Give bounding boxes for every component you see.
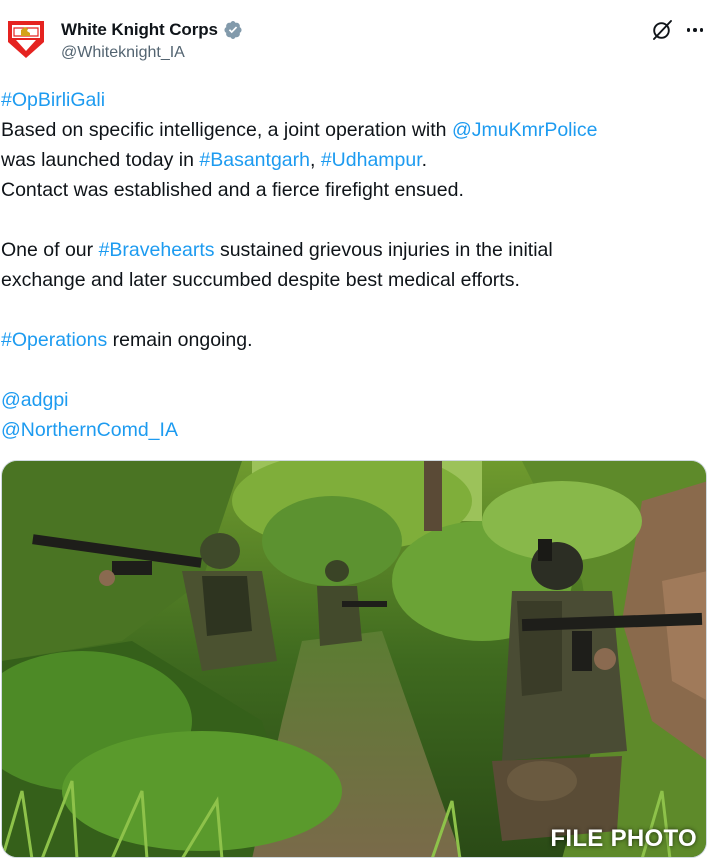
hashtag-link[interactable]: #Operations (1, 329, 107, 351)
tweet-text: remain ongoing. (107, 329, 253, 351)
hashtag-link[interactable]: #Bravehearts (99, 239, 215, 261)
hashtag-link[interactable]: #Basantgarh (199, 149, 310, 171)
tweet-media-photo[interactable]: FILE PHOTO (1, 460, 707, 858)
tweet-line: Contact was established and a fierce fir… (1, 175, 706, 205)
white-knight-corps-emblem-icon[interactable] (6, 18, 46, 60)
tweet-text: Contact was established and a fierce fir… (1, 179, 464, 201)
tweet-line: #OpBirliGali (1, 85, 706, 115)
tweet-text: exchange and later succumbed despite bes… (1, 269, 520, 291)
name-row: White Knight Corps (61, 18, 243, 42)
hashtag-link[interactable]: #OpBirliGali (1, 89, 105, 111)
more-options-icon[interactable] (683, 18, 707, 42)
tweet-line: #Operations remain ongoing. (1, 325, 706, 355)
tweet-text: was launched today in (1, 149, 200, 171)
tweet-header: White Knight Corps @Whiteknight_IA (0, 0, 714, 80)
tweet-line: @NorthernComd_IA (1, 415, 706, 445)
mention-link[interactable]: @adgpi (1, 389, 69, 411)
tweet-text: One of our (1, 239, 99, 261)
tweet-text: , (309, 149, 321, 171)
file-photo-label: FILE PHOTO (550, 825, 697, 852)
soldiers-in-jungle-photo (2, 461, 706, 857)
tweet-text: . (421, 149, 428, 171)
tweet-text: sustained grievous injuries in the initi… (214, 239, 553, 261)
tweet-line: Based on specific intelligence, a joint … (1, 115, 706, 145)
mention-link[interactable]: @NorthernComd_IA (1, 419, 178, 441)
account-handle[interactable]: @Whiteknight_IA (61, 44, 185, 62)
hashtag-link[interactable]: #Udhampur (321, 149, 422, 171)
verified-badge-icon[interactable] (223, 20, 243, 40)
grok-icon[interactable] (650, 18, 674, 42)
tweet-line: exchange and later succumbed despite bes… (1, 265, 706, 295)
display-name[interactable]: White Knight Corps (61, 20, 218, 40)
mention-link[interactable]: @JmuKmrPolice (452, 119, 598, 141)
tweet-line: @adgpi (1, 385, 706, 415)
tweet-text: Based on specific intelligence, a joint … (1, 119, 452, 141)
tweet-line: One of our #Bravehearts sustained grievo… (1, 235, 706, 265)
tweet-body: #OpBirliGali Based on specific intellige… (1, 85, 706, 445)
tweet-line: was launched today in #Basantgarh, #Udha… (1, 145, 706, 175)
